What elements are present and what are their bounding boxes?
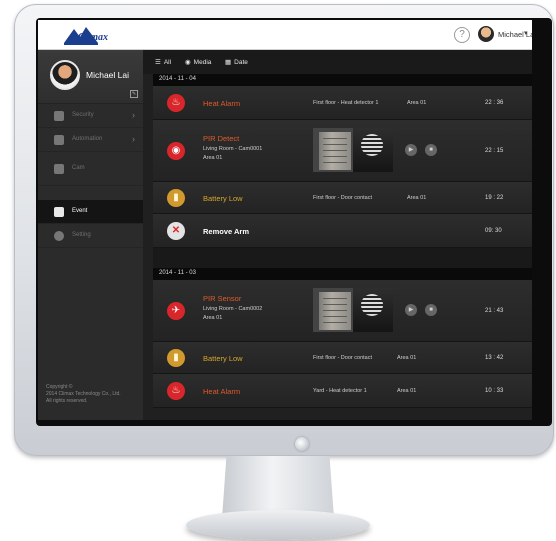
running-man-icon: ✈ [167, 302, 185, 320]
sidebar-item-label: Security [72, 112, 94, 118]
day-date: 2014 - 11 - 04 [159, 76, 196, 82]
event-title: Battery Low [203, 354, 243, 363]
event-device: First floor - Door contact [313, 355, 372, 361]
sidebar-item-label: Event [72, 208, 88, 214]
event-camera: Living Room - Cam0002 [203, 306, 263, 312]
event-row-remove-arm[interactable]: ✕ Remove Arm 09: 30 [153, 214, 532, 248]
stop-icon[interactable]: ■ [425, 304, 437, 316]
power-button[interactable] [295, 437, 309, 451]
sidebar-item-label: Automation [72, 136, 103, 142]
event-time: 22 : 36 [485, 100, 504, 106]
chevron-right-icon: › [132, 110, 135, 120]
event-title: PIR Detect [203, 134, 240, 143]
event-row-pir-detect[interactable]: ◉ PIR Detect Living Room - Cam0001 Area … [153, 120, 532, 182]
gear-icon [54, 231, 64, 241]
day-header: 2014 - 11 - 04 [153, 74, 532, 86]
avatar[interactable] [478, 26, 494, 42]
camera-snapshot-thumbnail[interactable] [313, 288, 393, 332]
sidebar-item-security[interactable]: Security › [38, 104, 143, 128]
close-icon: ✕ [167, 222, 185, 240]
event-area: Area 01 [203, 155, 223, 161]
day-separator [153, 248, 532, 268]
event-area: Area 01 [397, 355, 417, 361]
event-title: Heat Alarm [203, 99, 241, 108]
filter-all-label: All [163, 59, 172, 66]
event-time: 19 : 22 [485, 195, 504, 201]
event-device: Yard - Heat detector 1 [313, 388, 367, 394]
monitor-stand-base [186, 510, 370, 540]
sidebar-item-automation[interactable]: Automation › [38, 128, 143, 152]
event-row-battery-low[interactable]: ▮ Battery Low First floor - Door contact… [153, 182, 532, 214]
filter-media[interactable]: ◉ Media [185, 58, 211, 66]
event-area: Area 01 [407, 195, 427, 201]
event-camera: Living Room - Cam0001 [203, 146, 263, 152]
event-icon [54, 207, 64, 217]
logo-text: Climax [78, 32, 109, 43]
camera-snapshot-thumbnail[interactable] [313, 128, 393, 172]
copyright-line: Copyright © [46, 384, 73, 390]
copyright-line: All rights reserved. [46, 398, 88, 404]
list-icon: ☰ [155, 59, 161, 66]
event-row-pir-sensor[interactable]: ✈ PIR Sensor Living Room - Cam0002 Area … [153, 280, 532, 342]
copyright-text: Copyright © 2014 Climax Technology Co., … [46, 384, 141, 405]
event-device: First floor - Heat detector 1 [313, 100, 379, 106]
play-circle-icon: ◉ [185, 59, 191, 66]
event-area: Area 01 [397, 388, 417, 394]
event-area: Area 01 [203, 315, 223, 321]
chevron-down-icon[interactable]: ▾ [524, 29, 528, 37]
event-time: 10 : 33 [485, 388, 504, 394]
door-contact-icon: ▮ [167, 349, 185, 367]
sidebar: Michael Lai ✎ Security › Automation › Ca… [38, 50, 143, 420]
automation-icon [54, 135, 64, 145]
event-time: 21 : 43 [485, 308, 504, 314]
stop-icon[interactable]: ■ [425, 144, 437, 156]
copyright-line: 2014 Climax Technology Co., Ltd. [46, 391, 121, 397]
event-area: Area 01 [407, 100, 427, 106]
play-icon[interactable]: ▶ [405, 304, 417, 316]
day-header: 2014 - 11 - 03 [153, 268, 532, 280]
monitor-stand-neck [222, 456, 334, 518]
event-time: 09: 30 [485, 228, 502, 234]
profile-avatar[interactable] [50, 60, 80, 90]
event-main-panel: ☰ All ◉ Media ▦ Date 2014 - 11 - 04 ♨ Heat … [143, 50, 532, 420]
profile-card: Michael Lai ✎ [38, 50, 143, 104]
sidebar-item-label: Cam [72, 165, 85, 171]
profile-name: Michael Lai [86, 70, 129, 80]
filter-all[interactable]: ☰ All [155, 58, 171, 66]
fire-icon: ♨ [167, 94, 185, 112]
top-bar: Climax ? Michael Lai ▾ [38, 20, 532, 50]
edit-icon[interactable]: ✎ [130, 90, 138, 98]
event-time: 13 : 42 [485, 355, 504, 361]
event-row-battery-low[interactable]: ▮ Battery Low First floor - Door contact… [153, 342, 532, 374]
camera-alert-icon: ◉ [167, 142, 185, 160]
app-screen: Climax ? Michael Lai ▾ Michael Lai ✎ Sec… [38, 20, 532, 420]
sidebar-item-cam[interactable]: Cam [38, 152, 143, 186]
day-date: 2014 - 11 - 03 [159, 270, 196, 276]
filter-media-label: Media [193, 59, 212, 66]
event-title: Battery Low [203, 194, 243, 203]
event-title: Heat Alarm [203, 387, 241, 396]
sidebar-item-label: Setting [72, 232, 91, 238]
event-device: First floor - Door contact [313, 195, 372, 201]
calendar-icon: ▦ [225, 59, 232, 66]
sidebar-item-event[interactable]: Event [38, 200, 143, 224]
shield-icon [54, 111, 64, 121]
filter-bar: ☰ All ◉ Media ▦ Date [143, 50, 532, 74]
event-row-heat-alarm[interactable]: ♨ Heat Alarm Yard - Heat detector 1 Area… [153, 374, 532, 408]
camera-icon [54, 164, 64, 174]
play-icon[interactable]: ▶ [405, 144, 417, 156]
event-row-heat-alarm[interactable]: ♨ Heat Alarm First floor - Heat detector… [153, 86, 532, 120]
fire-icon: ♨ [167, 382, 185, 400]
event-title: Remove Arm [203, 227, 249, 236]
filter-date-label: Date [234, 59, 248, 66]
door-contact-icon: ▮ [167, 189, 185, 207]
event-time: 22 : 15 [485, 148, 504, 154]
event-title: PIR Sensor [203, 294, 242, 303]
help-icon[interactable]: ? [454, 27, 470, 43]
chevron-right-icon: › [132, 134, 135, 144]
filter-date[interactable]: ▦ Date [225, 58, 248, 66]
sidebar-item-setting[interactable]: Setting [38, 224, 143, 248]
